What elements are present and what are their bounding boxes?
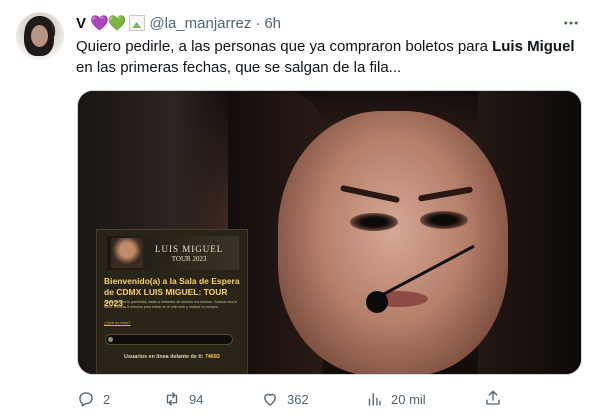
tweet-text-part: en las primeras fechas, que se salgan de… — [76, 59, 402, 76]
timestamp[interactable]: 6h — [264, 15, 281, 32]
queue-fine-print: Agradecemos tu paciencia, estás a instan… — [104, 300, 238, 309]
artist-photo — [111, 238, 143, 268]
reply-button[interactable]: 2 — [77, 388, 110, 410]
tweet[interactable]: V 💜💚 @la_manjarrez · 6h Quiero pedirle, … — [0, 0, 597, 420]
queue-progress-bar — [105, 334, 233, 345]
avatar[interactable] — [16, 12, 64, 60]
media-eye — [420, 211, 468, 229]
tweet-text-bold: Luis Miguel — [492, 38, 575, 55]
reply-icon — [77, 390, 95, 408]
queue-label: Usuarios en línea delante de ti: — [124, 354, 204, 360]
heart-icon — [261, 390, 279, 408]
media-microphone — [366, 291, 388, 313]
queue-help-link: ¿Qué es esto? — [104, 320, 131, 325]
more-icon[interactable] — [560, 12, 582, 34]
queue-count: Usuarios en línea delante de ti: 74692 — [97, 354, 247, 360]
purple-heart-icon: 💜 — [90, 15, 109, 32]
avatar-face — [31, 25, 48, 47]
user-handle[interactable]: @la_manjarrez — [149, 15, 251, 32]
display-name[interactable]: V — [76, 15, 86, 32]
tweet-text-part: Quiero pedirle, a las personas que ya co… — [76, 38, 493, 55]
separator-dot: · — [255, 14, 261, 32]
green-heart-icon: 💚 — [107, 15, 127, 32]
views-button[interactable]: 20 mil — [365, 388, 426, 410]
media-eye — [350, 213, 398, 231]
tweet-header: V 💜💚 @la_manjarrez · 6h — [76, 12, 281, 34]
media-face — [278, 111, 508, 374]
broken-image-icon — [129, 15, 146, 31]
banner-artist-name: LUIS MIGUEL — [155, 243, 224, 254]
share-icon[interactable] — [484, 389, 502, 407]
banner-tour-name: TOUR 2023 — [171, 254, 207, 263]
like-button[interactable]: 362 — [261, 388, 309, 410]
tweet-text: Quiero pedirle, a las personas que ya co… — [76, 36, 586, 78]
reply-count: 2 — [103, 391, 111, 407]
banner-title: LUIS MIGUEL TOUR 2023 — [155, 244, 223, 263]
queue-screenshot: LUIS MIGUEL TOUR 2023 Bienvenido(a) a la… — [96, 229, 248, 374]
name-emojis: 💜💚 — [90, 14, 127, 32]
queue-progress-fill — [108, 337, 113, 342]
retweet-icon — [163, 390, 181, 408]
queue-banner: LUIS MIGUEL TOUR 2023 — [107, 236, 239, 270]
tweet-media-image[interactable]: LUIS MIGUEL TOUR 2023 Bienvenido(a) a la… — [77, 90, 582, 375]
like-count: 362 — [287, 391, 309, 407]
tweet-actions: 2 94 362 20 mil — [77, 388, 507, 410]
retweet-count: 94 — [189, 391, 204, 407]
queue-number: 74692 — [204, 354, 220, 360]
retweet-button[interactable]: 94 — [163, 388, 203, 410]
views-icon — [365, 390, 383, 408]
views-count: 20 mil — [391, 391, 426, 407]
